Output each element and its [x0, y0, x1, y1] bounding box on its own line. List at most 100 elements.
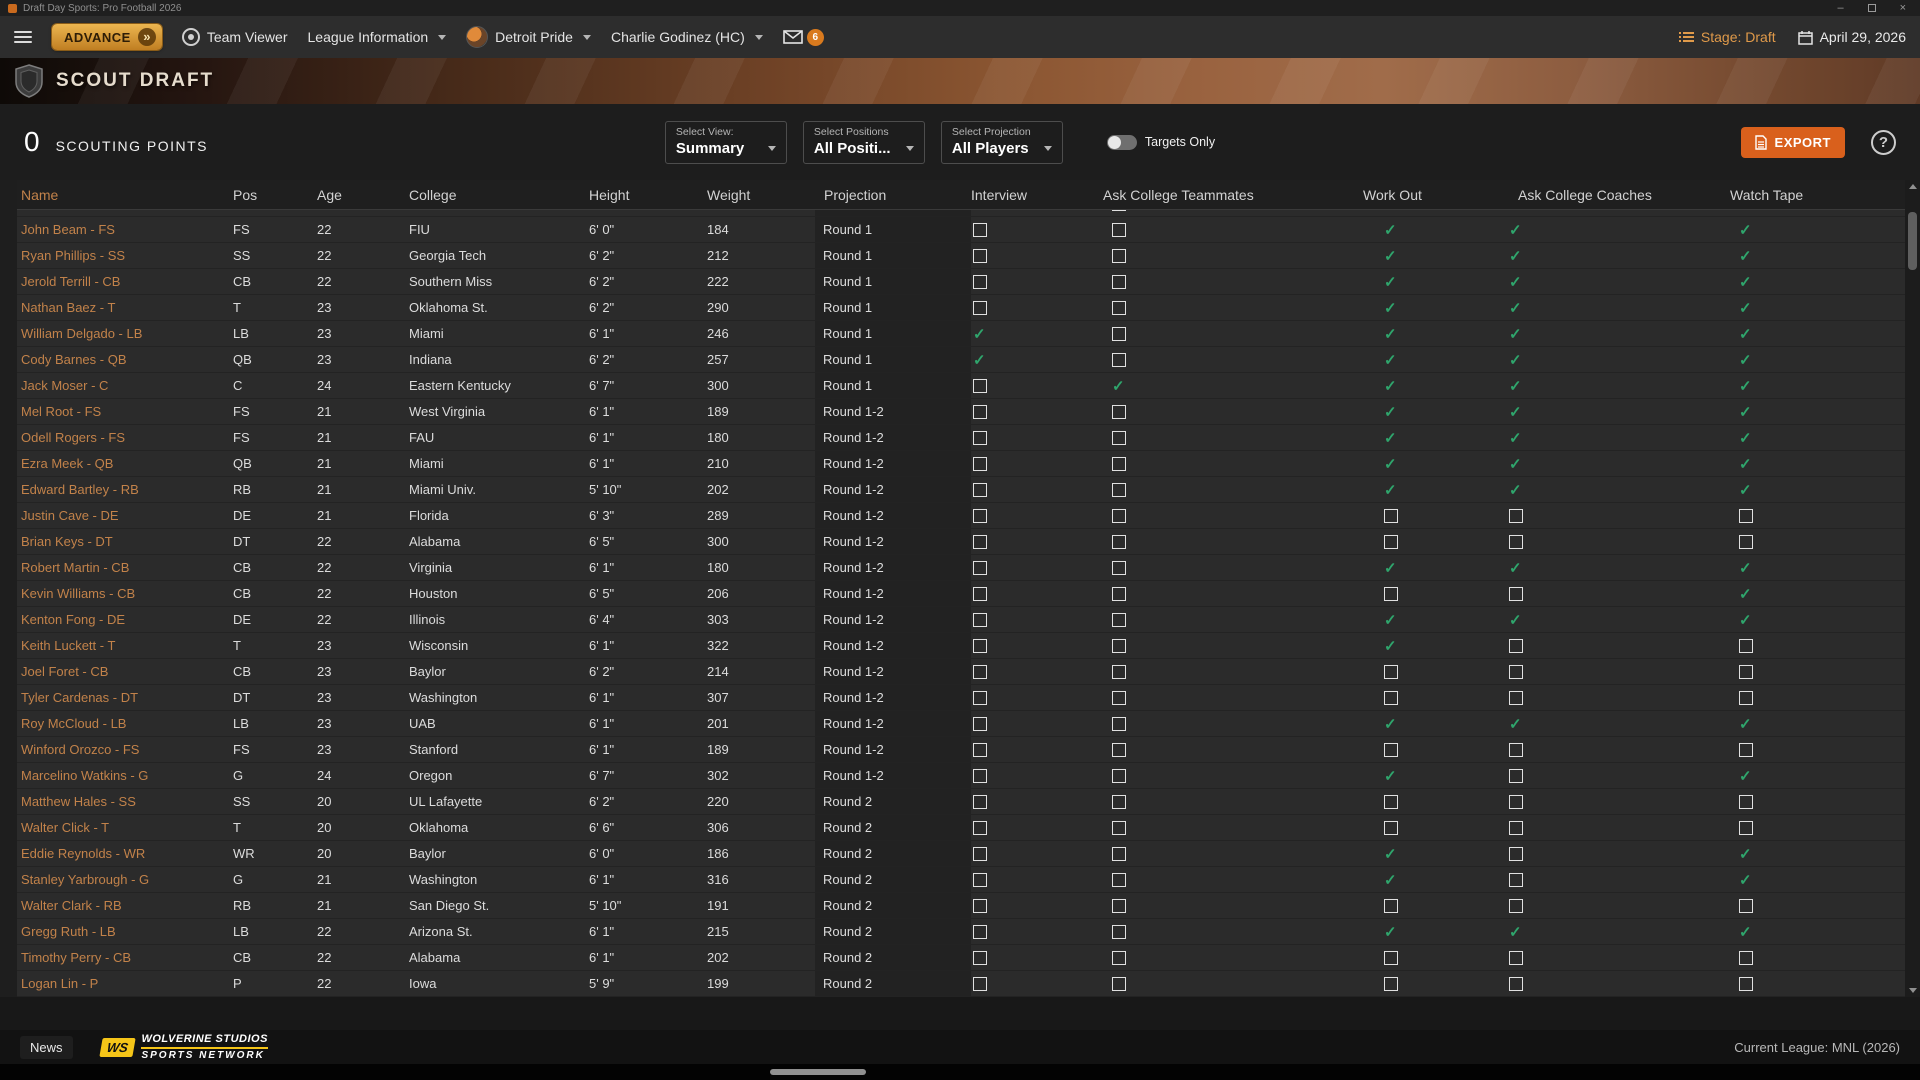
checkbox-unchecked[interactable]: [973, 977, 987, 991]
checkbox-unchecked[interactable]: [973, 275, 987, 289]
checked-icon[interactable]: ✓: [1384, 872, 1397, 889]
column-header-college[interactable]: College: [409, 187, 589, 203]
checked-icon[interactable]: ✓: [1739, 274, 1752, 291]
checkbox-unchecked[interactable]: [1112, 587, 1126, 601]
checked-icon[interactable]: ✓: [1509, 404, 1522, 421]
vertical-scrollbar[interactable]: [1905, 180, 1920, 997]
table-row[interactable]: Matthew Hales - SS SS 20 UL Lafayette 6'…: [17, 789, 1905, 815]
checkbox-unchecked[interactable]: [1112, 249, 1126, 263]
checked-icon[interactable]: ✓: [1384, 768, 1397, 785]
checkbox-unchecked[interactable]: [973, 561, 987, 575]
checkbox-unchecked[interactable]: [1384, 535, 1398, 549]
checkbox-unchecked[interactable]: [1112, 795, 1126, 809]
table-row[interactable]: Joel Foret - CB CB 23 Baylor 6' 2" 214 R…: [17, 659, 1905, 685]
checked-icon[interactable]: ✓: [1509, 456, 1522, 473]
table-row[interactable]: Stanley Yarbrough - G G 21 Washington 6'…: [17, 867, 1905, 893]
table-row[interactable]: Ryan Phillips - SS SS 22 Georgia Tech 6'…: [17, 243, 1905, 269]
checkbox-unchecked[interactable]: [1112, 405, 1126, 419]
checkbox-unchecked[interactable]: [1739, 665, 1753, 679]
column-header-work-out[interactable]: Work Out: [1363, 187, 1509, 203]
positions-select[interactable]: Select Positions All Positi...: [803, 121, 925, 164]
table-row[interactable]: Walter Click - T T 20 Oklahoma 6' 6" 306…: [17, 815, 1905, 841]
checkbox-unchecked[interactable]: [973, 769, 987, 783]
table-row[interactable]: Kevin Williams - CB CB 22 Houston 6' 5" …: [17, 581, 1905, 607]
checked-icon[interactable]: ✓: [1384, 404, 1397, 421]
news-button[interactable]: News: [20, 1036, 73, 1059]
table-row[interactable]: Odell Rogers - FS FS 21 FAU 6' 1" 180 Ro…: [17, 425, 1905, 451]
checked-icon[interactable]: ✓: [1509, 430, 1522, 447]
checkbox-unchecked[interactable]: [1112, 925, 1126, 939]
checkbox-unchecked[interactable]: [1112, 743, 1126, 757]
checked-icon[interactable]: ✓: [973, 326, 986, 343]
checked-icon[interactable]: ✓: [1739, 430, 1752, 447]
checkbox-unchecked[interactable]: [1509, 873, 1523, 887]
checkbox-unchecked[interactable]: [973, 457, 987, 471]
nav-league-information[interactable]: League Information: [308, 29, 447, 45]
column-header-interview[interactable]: Interview: [971, 187, 1103, 203]
view-select[interactable]: Select View: Summary: [665, 121, 787, 164]
checkbox-unchecked[interactable]: [973, 431, 987, 445]
checkbox-unchecked[interactable]: [973, 535, 987, 549]
checkbox-unchecked[interactable]: [1112, 899, 1126, 913]
column-header-watch-tape[interactable]: Watch Tape: [1730, 187, 1905, 203]
player-name-link[interactable]: Robert Martin - CB: [17, 560, 233, 575]
table-row[interactable]: Edward Bartley - RB RB 21 Miami Univ. 5'…: [17, 477, 1905, 503]
checkbox-unchecked[interactable]: [973, 249, 987, 263]
table-row[interactable]: Jerold Terrill - CB CB 22 Southern Miss …: [17, 269, 1905, 295]
checkbox-unchecked[interactable]: [1509, 691, 1523, 705]
column-header-age[interactable]: Age: [317, 187, 409, 203]
player-name-link[interactable]: Cody Barnes - QB: [17, 352, 233, 367]
checkbox-unchecked[interactable]: [1509, 743, 1523, 757]
table-row[interactable]: Marcelino Watkins - G G 24 Oregon 6' 7" …: [17, 763, 1905, 789]
checked-icon[interactable]: ✓: [1384, 326, 1397, 343]
nav-coach-dropdown[interactable]: Charlie Godinez (HC): [611, 29, 763, 45]
checkbox-unchecked[interactable]: [973, 639, 987, 653]
checkbox-unchecked[interactable]: [1509, 665, 1523, 679]
table-row[interactable]: Eddie Reynolds - WR WR 20 Baylor 6' 0" 1…: [17, 841, 1905, 867]
checkbox-unchecked[interactable]: [1384, 509, 1398, 523]
checked-icon[interactable]: ✓: [1509, 274, 1522, 291]
player-name-link[interactable]: Odell Rogers - FS: [17, 430, 233, 445]
table-row[interactable]: Cody Barnes - QB QB 23 Indiana 6' 2" 257…: [17, 347, 1905, 373]
checkbox-unchecked[interactable]: [973, 665, 987, 679]
checked-icon[interactable]: ✓: [1509, 924, 1522, 941]
checkbox-unchecked[interactable]: [1739, 977, 1753, 991]
checkbox-unchecked[interactable]: [1384, 795, 1398, 809]
player-name-link[interactable]: Joel Foret - CB: [17, 664, 233, 679]
column-header-height[interactable]: Height: [589, 187, 707, 203]
checked-icon[interactable]: ✓: [1384, 846, 1397, 863]
player-name-link[interactable]: Matthew Hales - SS: [17, 794, 233, 809]
mail-button[interactable]: 6: [783, 29, 824, 46]
column-header-ask-college-teammates[interactable]: Ask College Teammates: [1103, 187, 1363, 203]
checked-icon[interactable]: ✓: [1509, 612, 1522, 629]
player-name-link[interactable]: Mel Root - FS: [17, 404, 233, 419]
checkbox-unchecked[interactable]: [1509, 535, 1523, 549]
nav-team-dropdown[interactable]: Detroit Pride: [466, 26, 591, 48]
player-name-link[interactable]: William Delgado - LB: [17, 326, 233, 341]
menu-icon[interactable]: [14, 31, 32, 43]
checkbox-unchecked[interactable]: [973, 613, 987, 627]
checked-icon[interactable]: ✓: [1384, 378, 1397, 395]
checked-icon[interactable]: ✓: [1739, 612, 1752, 629]
checked-icon[interactable]: ✓: [1384, 222, 1397, 239]
checked-icon[interactable]: ✓: [1384, 482, 1397, 499]
table-row[interactable]: Winford Orozco - FS FS 23 Stanford 6' 1"…: [17, 737, 1905, 763]
checkbox-unchecked[interactable]: [1739, 795, 1753, 809]
checkbox-unchecked[interactable]: [973, 821, 987, 835]
help-button[interactable]: ?: [1871, 130, 1896, 155]
checked-icon[interactable]: ✓: [1739, 586, 1752, 603]
player-name-link[interactable]: Ezra Meek - QB: [17, 456, 233, 471]
checkbox-unchecked[interactable]: [1384, 665, 1398, 679]
player-name-link[interactable]: Jerold Terrill - CB: [17, 274, 233, 289]
checkbox-unchecked[interactable]: [1739, 951, 1753, 965]
player-name-link[interactable]: Walter Click - T: [17, 820, 233, 835]
checkbox-unchecked[interactable]: [973, 587, 987, 601]
checked-icon[interactable]: ✓: [1739, 300, 1752, 317]
checked-icon[interactable]: ✓: [1739, 378, 1752, 395]
advance-button[interactable]: ADVANCE »: [52, 24, 162, 50]
table-row[interactable]: Walter Clark - RB RB 21 San Diego St. 5'…: [17, 893, 1905, 919]
checked-icon[interactable]: ✓: [1739, 872, 1752, 889]
checkbox-unchecked[interactable]: [973, 925, 987, 939]
maximize-icon[interactable]: [1868, 4, 1876, 12]
checkbox-unchecked[interactable]: [1509, 769, 1523, 783]
